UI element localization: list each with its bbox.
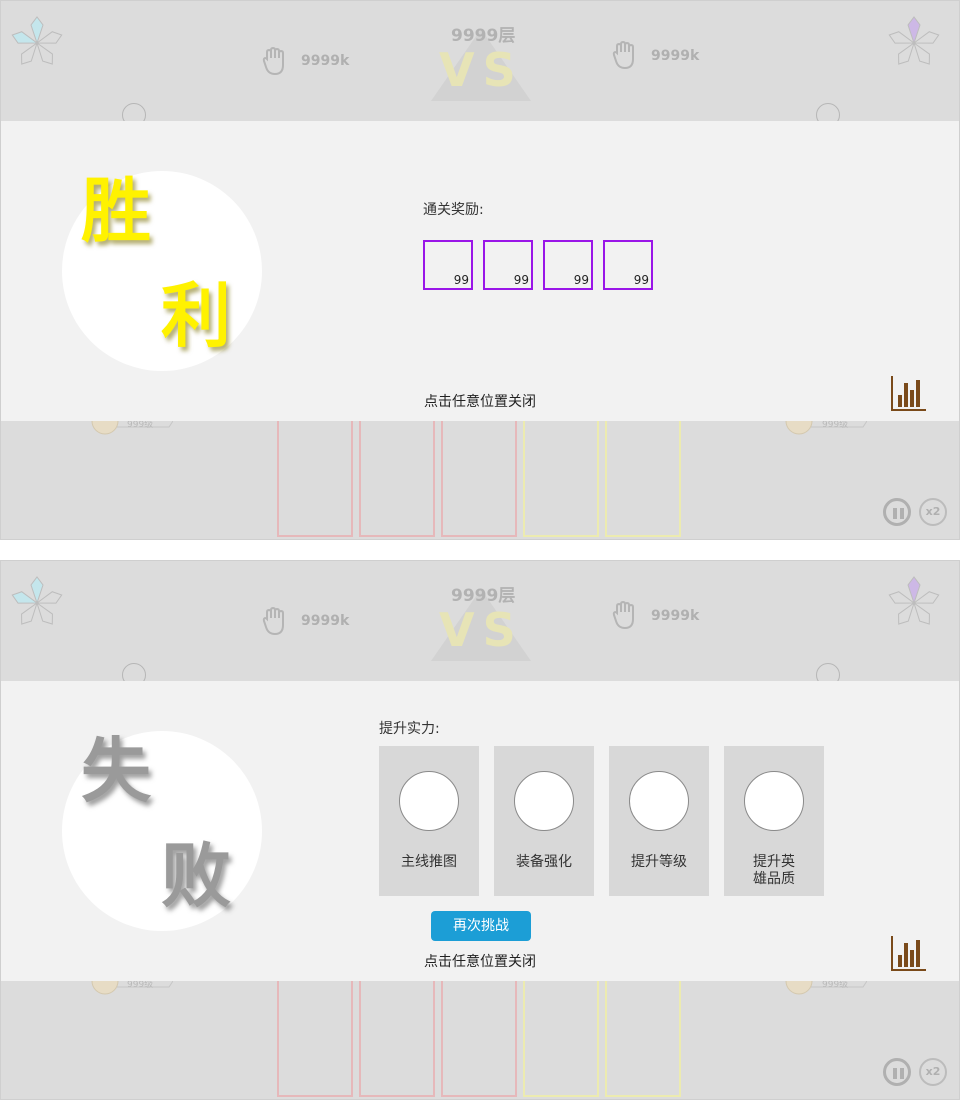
left-power-value: 9999k — [301, 53, 350, 69]
reward-count: 99 — [513, 273, 529, 287]
improve-option-level[interactable]: 提升等级 — [609, 746, 709, 896]
fist-icon — [262, 606, 284, 636]
reward-count: 99 — [453, 273, 469, 287]
fist-icon — [262, 46, 284, 76]
flower-emblem-icon — [888, 576, 940, 625]
hero-slot[interactable] — [359, 981, 435, 1097]
hero-slot[interactable] — [605, 981, 681, 1097]
option-label: 装备强化 — [516, 854, 572, 870]
option-icon — [744, 771, 804, 831]
hero-slot[interactable] — [277, 421, 353, 537]
reward-count: 99 — [633, 273, 649, 287]
reward-title: 通关奖励: — [423, 202, 484, 218]
hero-slot[interactable] — [523, 981, 599, 1097]
stats-icon[interactable] — [891, 375, 927, 411]
hero-slot[interactable] — [605, 421, 681, 537]
reward-item[interactable]: 99 — [423, 240, 473, 290]
option-label: 提升等级 — [631, 854, 687, 870]
flower-emblem-icon — [888, 16, 940, 65]
vs-label: VS — [439, 43, 524, 97]
option-icon — [514, 771, 574, 831]
reward-count: 99 — [573, 273, 589, 287]
improve-title: 提升实力: — [379, 721, 440, 737]
hero-slot[interactable] — [523, 421, 599, 537]
reward-item[interactable]: 99 — [483, 240, 533, 290]
flower-emblem-icon — [11, 16, 63, 65]
result-glyph: 胜 — [81, 169, 151, 252]
pause-icon[interactable] — [883, 1058, 911, 1086]
stats-icon[interactable] — [891, 935, 927, 971]
option-icon — [629, 771, 689, 831]
fist-icon — [612, 600, 634, 630]
improve-option-hero-quality[interactable]: 提升英雄品质 — [724, 746, 824, 896]
result-dialog[interactable]: 失 败 提升实力: 主线推图 装备强化 提升等级 提升英雄品质 再次挑战 点击任… — [1, 681, 959, 981]
result-dialog[interactable]: 胜 利 通关奖励: 99 99 99 99 点击任意位置关闭 — [1, 121, 959, 421]
option-icon — [399, 771, 459, 831]
result-glyph: 利 — [161, 274, 231, 357]
option-label: 主线推图 — [401, 854, 457, 870]
right-power-value: 9999k — [651, 608, 700, 624]
retry-button[interactable]: 再次挑战 — [431, 911, 531, 941]
pause-icon[interactable] — [883, 498, 911, 526]
speed-icon[interactable]: x2 — [919, 1058, 947, 1086]
flower-emblem-icon — [11, 576, 63, 625]
hero-slot[interactable] — [441, 981, 517, 1097]
hero-slot[interactable] — [441, 421, 517, 537]
hero-slot[interactable] — [277, 981, 353, 1097]
defeat-screen: 9999k 9999层 VS 9999k 999级 999级 x2 失 败 提升… — [0, 560, 960, 1100]
fist-icon — [612, 40, 634, 70]
option-label: 提升英雄品质 — [753, 854, 795, 887]
left-power-value: 9999k — [301, 613, 350, 629]
result-glyph: 失 — [81, 729, 151, 812]
right-power-value: 9999k — [651, 48, 700, 64]
close-hint[interactable]: 点击任意位置关闭 — [1, 951, 959, 971]
improve-option-main-stage[interactable]: 主线推图 — [379, 746, 479, 896]
improve-option-equipment[interactable]: 装备强化 — [494, 746, 594, 896]
speed-icon[interactable]: x2 — [919, 498, 947, 526]
reward-item[interactable]: 99 — [543, 240, 593, 290]
victory-screen: 9999k 9999层 VS 9999k 999级 999级 x2 胜 利 通关… — [0, 0, 960, 540]
result-glyph: 败 — [161, 834, 231, 917]
close-hint[interactable]: 点击任意位置关闭 — [1, 391, 959, 411]
hero-slot[interactable] — [359, 421, 435, 537]
reward-item[interactable]: 99 — [603, 240, 653, 290]
vs-label: VS — [439, 603, 524, 657]
